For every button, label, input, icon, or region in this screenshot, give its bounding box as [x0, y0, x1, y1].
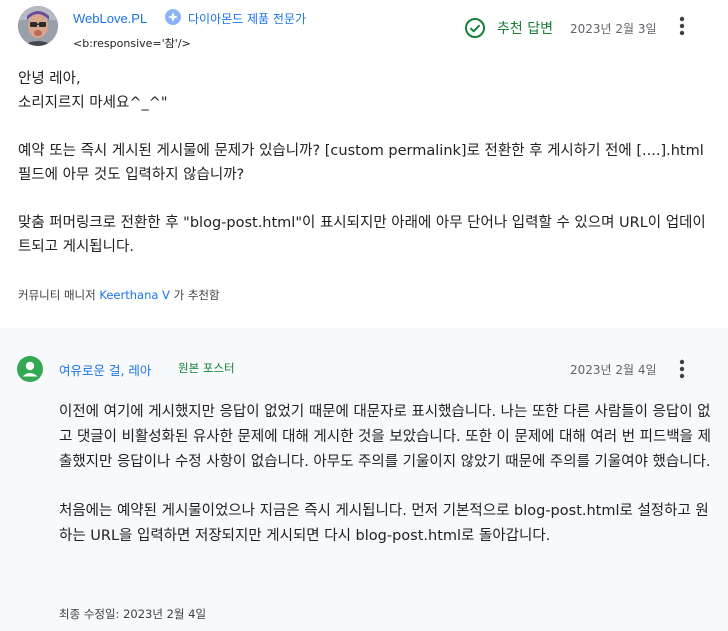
- author-name[interactable]: 여유로운 걸, 레아: [59, 360, 151, 379]
- person-avatar-icon[interactable]: [17, 356, 43, 382]
- body-paragraph: 이전에 여기에 게시했지만 응답이 없었기 때문에 대문자로 표시했습니다. 나…: [59, 404, 711, 470]
- recommended-answer-label: 추천 답변: [497, 21, 553, 37]
- body-paragraph: 맞춤 퍼머링크로 전환한 후 "blog-post.html"이 표시되지만 아…: [18, 215, 706, 255]
- original-poster-badge: 원본 포스터: [178, 361, 235, 375]
- recommended-by-suffix: 가 추천함: [173, 288, 220, 302]
- post-body: 안녕 레아, 소리지르지 마세요^_^" 예약 또는 즉시 게시된 게시물에 문…: [18, 67, 718, 259]
- recommended-by: 커뮤니티 매니저 Keerthana V 가 추천함: [18, 287, 220, 303]
- author-name[interactable]: WebLove.PL: [73, 11, 147, 26]
- post-date: 2023년 2월 3일: [570, 22, 657, 36]
- post-date: 2023년 2월 4일: [570, 363, 657, 377]
- last-edited-label: 최종 수정일: 2023년 2월 4일: [59, 607, 207, 621]
- body-greeting: 안녕 레아,: [18, 71, 81, 87]
- more-vert-icon[interactable]: [672, 14, 692, 38]
- author-avatar[interactable]: [18, 6, 58, 46]
- diamond-badge-icon: [165, 9, 181, 25]
- author-signature: <b:responsive='참'/>: [73, 37, 191, 50]
- body-paragraph: 처음에는 예약된 게시물이었으나 지금은 즉시 게시됩니다. 먼저 기본적으로 …: [59, 503, 709, 544]
- recommender-name-link[interactable]: Keerthana V: [99, 288, 170, 302]
- post-body: 이전에 여기에 게시했지만 응답이 없었기 때문에 대문자로 표시했습니다. 나…: [59, 400, 714, 549]
- body-line: 소리지르지 마세요^_^": [18, 95, 168, 111]
- body-paragraph: 예약 또는 즉시 게시된 게시물에 문제가 있습니까? [custom perm…: [18, 143, 704, 183]
- more-vert-icon[interactable]: [672, 357, 692, 381]
- expert-badge-label[interactable]: 다이아몬드 제품 전문가: [188, 10, 306, 27]
- recommended-by-prefix: 커뮤니티 매니저: [18, 288, 96, 302]
- check-circle-icon: [464, 17, 486, 39]
- reply-post: WebLove.PL 다이아몬드 제품 전문가 <b:responsive='참…: [0, 0, 728, 328]
